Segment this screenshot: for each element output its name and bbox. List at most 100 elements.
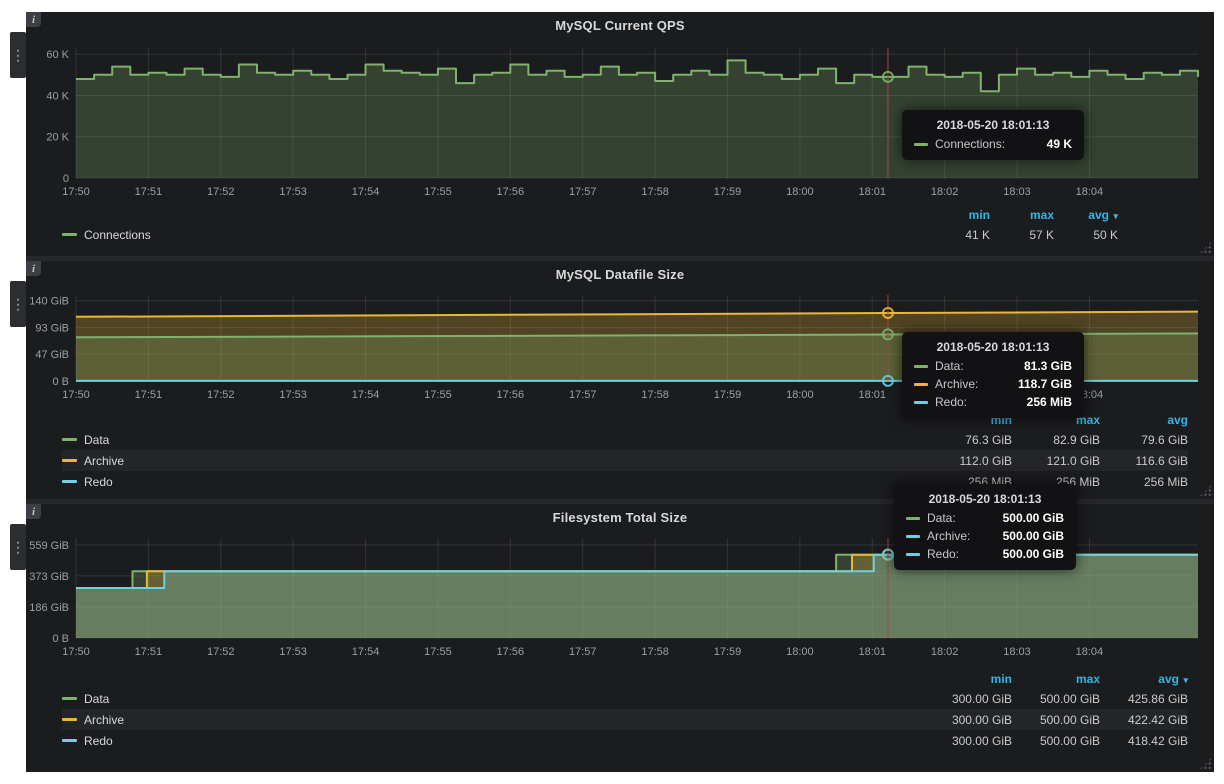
chart-legend: minmaxavgData76.3 GiB82.9 GiB79.6 GiBArc… [26,411,1214,492]
tooltip-series-row: Data: 500.00 GiB [906,511,1064,525]
legend-stat-min: 76.3 GiB [924,433,1012,447]
legend-stat-avg: 425.86 GiB [1100,692,1188,706]
x-axis-label: 17:53 [279,389,307,401]
legend-stat-min: 112.0 GiB [924,454,1012,468]
x-axis-label: 17:50 [62,389,90,401]
legend-sort-max[interactable]: max [1012,672,1100,686]
x-axis-label: 18:00 [786,646,814,658]
x-axis-label: 17:56 [497,646,525,658]
x-axis-label: 17:52 [207,646,235,658]
legend-stat-min: 300.00 GiB [924,713,1012,727]
x-axis-label: 17:52 [207,186,235,198]
row-drag-handle[interactable]: ⋮ [10,32,26,78]
series-color-dash-icon [906,553,920,556]
x-axis-label: 17:55 [424,186,452,198]
x-axis-label: 17:58 [641,389,669,401]
legend-header-row: minmaxavg ▾ [62,670,1188,688]
x-axis-label: 17:56 [497,186,525,198]
series-color-dash-icon [914,365,928,368]
x-axis-label: 17:50 [62,186,90,198]
legend-series-row: Data300.00 GiB500.00 GiB425.86 GiB [62,688,1188,709]
panel-title[interactable]: Filesystem Total Size [553,510,688,525]
x-axis-label: 17:57 [569,186,597,198]
x-axis-label: 18:02 [931,646,959,658]
y-axis-label: 373 GiB [29,571,69,583]
legend-stat-max: 500.00 GiB [1012,692,1100,706]
legend-sort-max[interactable]: max [990,208,1054,222]
legend-stat-max: 500.00 GiB [1012,713,1100,727]
series-color-dash-icon [62,233,77,236]
legend-sort-avg[interactable]: avg ▾ [1054,208,1118,222]
y-axis-label: 0 B [52,376,69,388]
series-color-dash-icon [914,383,928,386]
legend-series-toggle-archive[interactable]: Archive [62,713,924,727]
legend-series-label: Redo [84,734,113,748]
legend-stat-avg: 50 K [1054,228,1118,242]
x-axis-label: 18:00 [786,389,814,401]
panel-info-icon[interactable]: i [26,504,41,519]
sort-caret-icon: ▾ [1181,675,1188,685]
legend-stat-avg: 256 MiB [1100,475,1188,489]
grafana-dashboard-page: ⋮ ⋮ ⋮ i MySQL Current QPS 020 K40 K60 K1… [0,0,1224,784]
legend-sort-avg[interactable]: avg ▾ [1100,672,1188,686]
panel-header[interactable]: MySQL Datafile Size [26,261,1214,287]
tooltip-series-row: Redo:500.00 GiB [906,547,1064,561]
legend-header-row: minmaxavg ▾ [62,206,1118,224]
y-axis-label: 559 GiB [29,540,69,552]
x-axis-label: 17:56 [497,389,525,401]
tooltip-series-label: Data: [927,511,956,525]
tooltip-series-value: 500.00 GiB [983,529,1064,543]
series-color-dash-icon [62,739,77,742]
x-axis-label: 17:51 [135,389,163,401]
panel-header[interactable]: MySQL Current QPS [26,12,1214,38]
tooltip-series-label: Connections: [935,137,1005,151]
x-axis-label: 17:54 [352,186,380,198]
x-axis-label: 18:02 [931,186,959,198]
legend-series-toggle-connections[interactable]: Connections [62,228,926,242]
legend-series-toggle-data[interactable]: Data [62,692,924,706]
x-axis-label: 17:57 [569,646,597,658]
legend-stat-max: 82.9 GiB [1012,433,1100,447]
row-drag-handle[interactable]: ⋮ [10,524,26,570]
tooltip-series-value: 118.7 GiB [998,377,1072,391]
x-axis-label: 18:01 [858,646,886,658]
row-drag-handle[interactable]: ⋮ [10,281,26,327]
panel-info-icon[interactable]: i [26,261,41,276]
legend-series-label: Archive [84,713,124,727]
graph-hover-tooltip: 2018-05-20 18:01:13Connections:49 K [902,110,1084,160]
series-color-dash-icon [62,438,77,441]
legend-stat-avg: 79.6 GiB [1100,433,1188,447]
y-axis-label: 0 [63,173,69,185]
legend-sort-avg[interactable]: avg [1100,413,1188,427]
tooltip-series-value: 500.00 GiB [983,511,1064,525]
x-axis-label: 17:57 [569,389,597,401]
tooltip-series-row: Data:81.3 GiB [914,359,1072,373]
panel-title[interactable]: MySQL Current QPS [555,18,685,33]
series-color-dash-icon [62,697,77,700]
legend-series-toggle-archive[interactable]: Archive [62,454,924,468]
tooltip-series-value: 500.00 GiB [983,547,1064,561]
series-color-dash-icon [906,535,920,538]
legend-series-toggle-redo[interactable]: Redo [62,734,924,748]
legend-series-toggle-redo[interactable]: Redo [62,475,924,489]
x-axis-label: 18:03 [1003,186,1031,198]
tooltip-series-row: Connections:49 K [914,137,1072,151]
panel-info-icon[interactable]: i [26,12,41,27]
legend-series-label: Redo [84,475,113,489]
chart-legend: minmaxavg ▾Connections41 K57 K50 K [26,206,1214,245]
legend-sort-min[interactable]: min [926,208,990,222]
legend-series-toggle-data[interactable]: Data [62,433,924,447]
tooltip-series-value: 81.3 GiB [1004,359,1072,373]
tooltip-series-label: Archive: [927,529,970,543]
tooltip-series-label: Archive: [935,377,978,391]
legend-stat-min: 41 K [926,228,990,242]
panel-resize-handle[interactable] [1199,757,1212,770]
panel-title[interactable]: MySQL Datafile Size [556,267,685,282]
x-axis-label: 17:54 [352,389,380,401]
legend-series-row: Redo300.00 GiB500.00 GiB418.42 GiB [62,730,1188,751]
x-axis-label: 17:51 [135,646,163,658]
legend-sort-min[interactable]: min [924,672,1012,686]
legend-series-row: Data76.3 GiB82.9 GiB79.6 GiB [62,429,1188,450]
x-axis-label: 17:53 [279,646,307,658]
series-color-dash-icon [62,480,77,483]
